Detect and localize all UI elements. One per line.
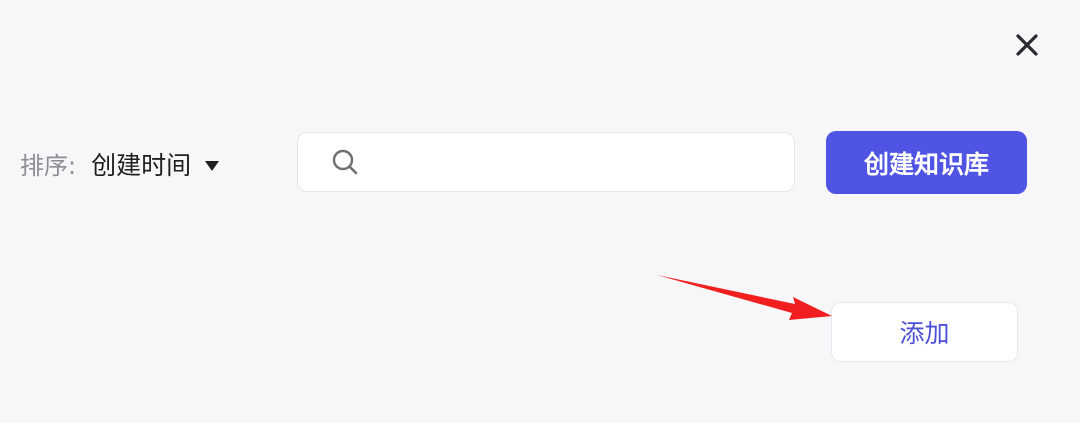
search-input[interactable]	[360, 133, 794, 191]
create-knowledge-base-button[interactable]: 创建知识库	[826, 131, 1027, 194]
caret-down-icon[interactable]	[205, 161, 220, 171]
sort-label: 排序:	[20, 152, 77, 180]
sort-control: 排序: 创建时间	[20, 146, 220, 186]
search-box[interactable]	[297, 132, 795, 192]
sort-dropdown-value[interactable]: 创建时间	[91, 146, 191, 186]
close-button[interactable]	[1010, 28, 1044, 62]
close-icon[interactable]	[1014, 32, 1040, 58]
search-icon	[330, 147, 360, 177]
add-button[interactable]: 添加	[831, 302, 1018, 362]
